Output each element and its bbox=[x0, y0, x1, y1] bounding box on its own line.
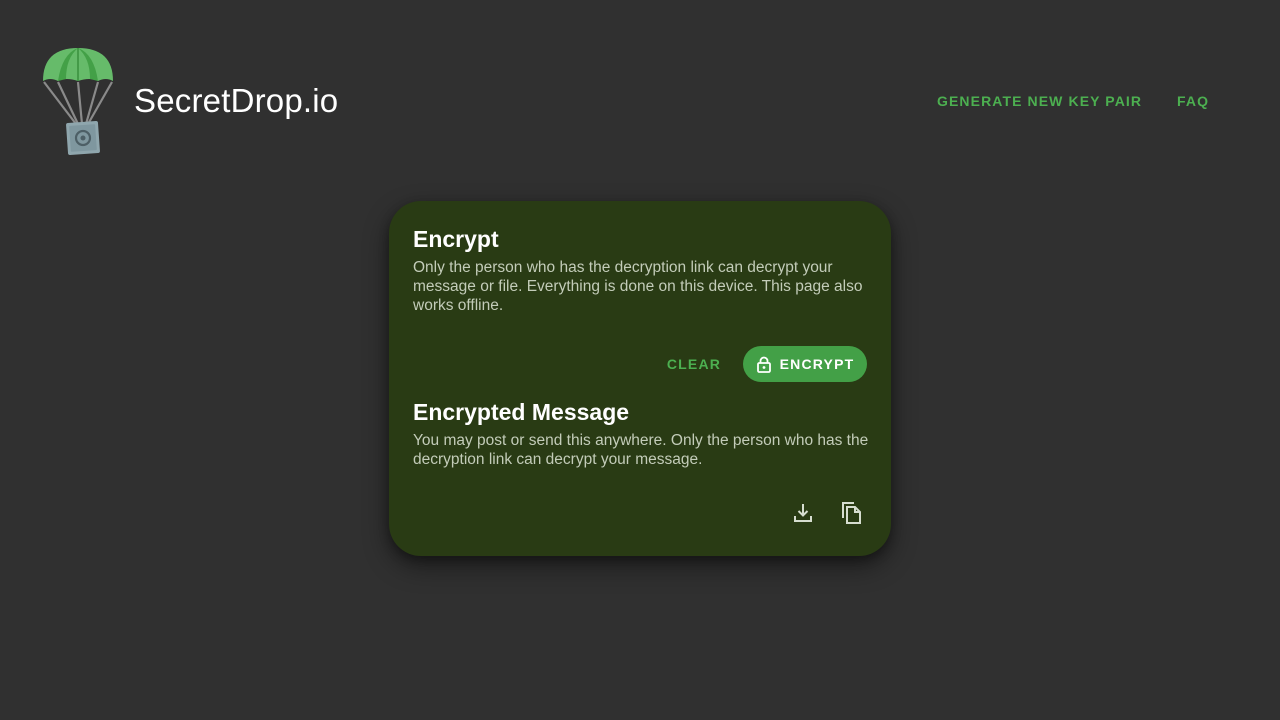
clear-button[interactable]: CLEAR bbox=[658, 346, 730, 382]
encrypted-message-description: You may post or send this anywhere. Only… bbox=[413, 432, 869, 468]
brand-title[interactable]: SecretDrop.io bbox=[134, 80, 338, 122]
encrypted-message-title: Encrypted Message bbox=[413, 399, 630, 425]
app-header: SecretDrop.io GENERATE NEW KEY PAIR FAQ bbox=[0, 0, 1280, 200]
encrypt-button[interactable]: ENCRYPT bbox=[743, 346, 867, 382]
generate-key-pair-link[interactable]: GENERATE NEW KEY PAIR bbox=[937, 91, 1142, 111]
encrypt-button-label: ENCRYPT bbox=[779, 356, 855, 372]
faq-link[interactable]: FAQ bbox=[1177, 91, 1209, 111]
download-icon bbox=[792, 502, 814, 529]
copy-icon bbox=[840, 501, 862, 530]
encrypt-card: Encrypt Only the person who has the decr… bbox=[389, 201, 891, 556]
parachute-safe-icon[interactable] bbox=[40, 44, 116, 158]
download-button[interactable] bbox=[789, 501, 817, 529]
encrypt-description: Only the person who has the decryption l… bbox=[413, 259, 863, 314]
copy-button[interactable] bbox=[837, 501, 865, 529]
lock-icon bbox=[756, 355, 772, 373]
encrypt-title: Encrypt bbox=[413, 226, 499, 252]
